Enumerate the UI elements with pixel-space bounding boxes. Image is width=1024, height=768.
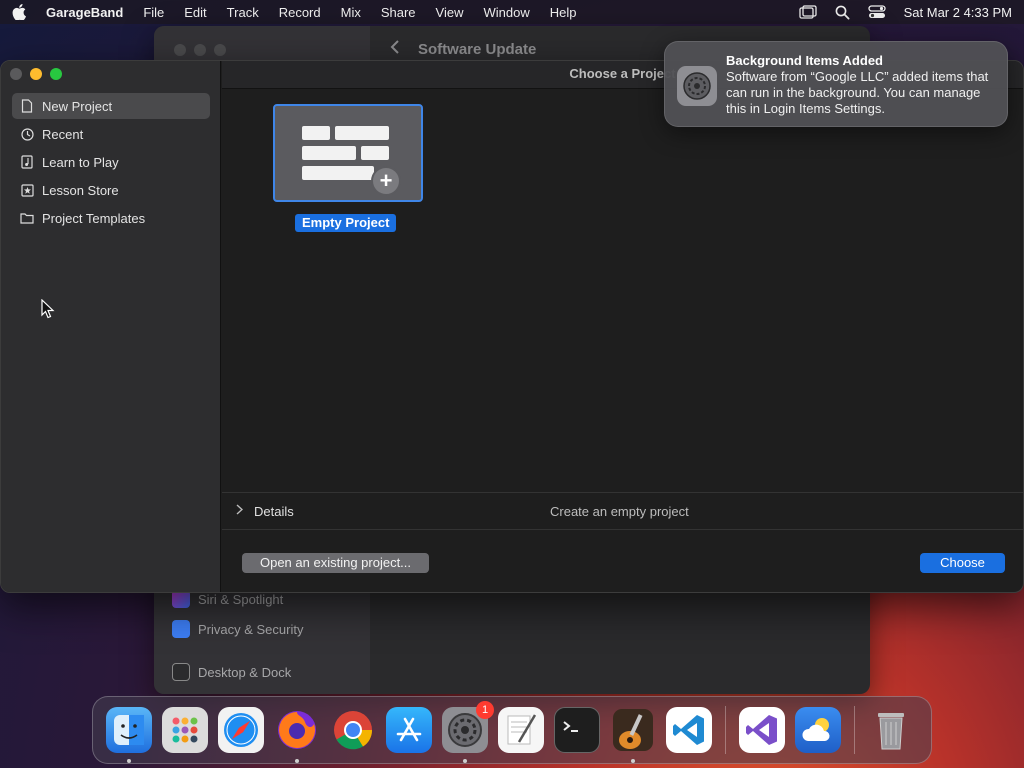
launchpad-icon[interactable] bbox=[162, 707, 208, 753]
apple-menu-icon[interactable] bbox=[12, 4, 28, 20]
details-bar: Details Create an empty project bbox=[222, 492, 1023, 530]
terminal-icon[interactable] bbox=[554, 707, 600, 753]
firefox-icon[interactable] bbox=[274, 707, 320, 763]
sidebar-item-label: Learn to Play bbox=[42, 154, 119, 170]
close-icon[interactable] bbox=[174, 44, 186, 56]
sidebar-item-label: Siri & Spotlight bbox=[198, 591, 284, 607]
menu-track[interactable]: Track bbox=[227, 5, 259, 20]
dock-separator bbox=[854, 706, 855, 754]
running-indicator bbox=[295, 759, 299, 763]
template-brick bbox=[302, 146, 356, 160]
menu-edit[interactable]: Edit bbox=[184, 5, 206, 20]
system-settings-gear-icon bbox=[677, 66, 717, 106]
sidebar-item-desktop-dock[interactable]: Desktop & Dock bbox=[172, 663, 291, 681]
menu-help[interactable]: Help bbox=[550, 5, 577, 20]
garageband-icon[interactable] bbox=[610, 707, 656, 763]
sidebar-item-label: Privacy & Security bbox=[198, 621, 304, 637]
safari-icon[interactable] bbox=[218, 707, 264, 753]
template-brick bbox=[361, 146, 389, 160]
dock: 1 bbox=[92, 696, 932, 764]
open-existing-project-button[interactable]: Open an existing project... bbox=[242, 553, 429, 573]
template-brick bbox=[302, 166, 374, 180]
menu-mix[interactable]: Mix bbox=[341, 5, 361, 20]
system-settings-icon[interactable]: 1 bbox=[442, 701, 494, 763]
template-brick bbox=[335, 126, 389, 140]
visual-studio-icon[interactable] bbox=[739, 707, 785, 753]
running-indicator bbox=[463, 759, 467, 763]
menu-app-name[interactable]: GarageBand bbox=[46, 5, 123, 20]
menu-share[interactable]: Share bbox=[381, 5, 416, 20]
sidebar-item-lesson-store[interactable]: Lesson Store bbox=[12, 177, 210, 203]
menu-bar: GarageBand File Edit Track Record Mix Sh… bbox=[0, 0, 1024, 24]
sidebar-item-label: Desktop & Dock bbox=[198, 664, 292, 680]
menu-file[interactable]: File bbox=[143, 5, 164, 20]
zoom-icon[interactable] bbox=[214, 44, 226, 56]
dock-separator bbox=[725, 706, 726, 754]
running-indicator bbox=[631, 759, 635, 763]
menu-view[interactable]: View bbox=[436, 5, 464, 20]
chrome-icon[interactable] bbox=[330, 707, 376, 753]
finder-icon[interactable] bbox=[106, 707, 152, 763]
sidebar-item-project-templates[interactable]: Project Templates bbox=[12, 205, 210, 231]
sidebar-item-label: Project Templates bbox=[42, 210, 146, 226]
hand-icon bbox=[172, 620, 190, 638]
project-main-area: Choose a Project + Empty Project Details… bbox=[222, 61, 1023, 592]
mouse-pointer-icon bbox=[41, 298, 55, 322]
sidebar-item-recent[interactable]: Recent bbox=[12, 121, 210, 147]
music-note-icon bbox=[20, 155, 34, 169]
window-traffic-lights bbox=[10, 68, 62, 80]
clock-icon bbox=[20, 127, 34, 141]
sidebar-item-label: Lesson Store bbox=[42, 182, 119, 198]
close-icon[interactable] bbox=[10, 68, 22, 80]
empty-project-template[interactable]: + bbox=[273, 104, 423, 202]
folder-icon bbox=[20, 211, 34, 225]
project-description: Create an empty project bbox=[550, 503, 689, 519]
back-chevron-icon[interactable] bbox=[390, 40, 400, 58]
details-toggle[interactable]: Details bbox=[254, 504, 294, 519]
system-settings-title: Software Update bbox=[418, 40, 537, 58]
template-brick bbox=[302, 126, 330, 140]
background-items-notification[interactable]: Background Items Added Software from “Go… bbox=[664, 41, 1008, 127]
control-center-icon[interactable] bbox=[867, 5, 886, 19]
choose-button[interactable]: Choose bbox=[920, 553, 1005, 573]
screen-mirroring-icon[interactable] bbox=[798, 5, 817, 19]
menubar-clock[interactable]: Sat Mar 2 4:33 PM bbox=[904, 5, 1012, 20]
project-sidebar: New Project Recent Learn to Play Lesson … bbox=[1, 61, 221, 592]
sidebar-item-learn-to-play[interactable]: Learn to Play bbox=[12, 149, 210, 175]
vscode-icon[interactable] bbox=[666, 707, 712, 753]
running-indicator bbox=[127, 759, 131, 763]
sidebar-item-label: Recent bbox=[42, 126, 84, 142]
sidebar-list: New Project Recent Learn to Play Lesson … bbox=[12, 93, 210, 233]
plus-icon: + bbox=[371, 166, 401, 196]
spotlight-search-icon[interactable] bbox=[835, 5, 850, 20]
system-settings-traffic-lights bbox=[174, 44, 226, 56]
textedit-icon[interactable] bbox=[498, 707, 544, 753]
project-chooser-dialog: New Project Recent Learn to Play Lesson … bbox=[0, 60, 1024, 593]
document-icon bbox=[20, 99, 34, 113]
notification-body: Software from “Google LLC” added items t… bbox=[726, 69, 989, 116]
menu-window[interactable]: Window bbox=[484, 5, 530, 20]
minimize-icon[interactable] bbox=[194, 44, 206, 56]
sidebar-item-privacy-security[interactable]: Privacy & Security bbox=[172, 620, 303, 638]
weather-icon[interactable] bbox=[795, 707, 841, 753]
trash-icon[interactable] bbox=[868, 707, 914, 753]
disclosure-chevron-icon[interactable] bbox=[236, 504, 246, 518]
star-icon bbox=[20, 183, 34, 197]
minimize-icon[interactable] bbox=[30, 68, 42, 80]
sidebar-item-new-project[interactable]: New Project bbox=[12, 93, 210, 119]
notification-title: Background Items Added bbox=[726, 53, 883, 68]
zoom-icon[interactable] bbox=[50, 68, 62, 80]
notification-badge: 1 bbox=[476, 701, 494, 719]
dock-icon bbox=[172, 663, 190, 681]
sidebar-item-label: New Project bbox=[42, 98, 113, 114]
empty-project-label[interactable]: Empty Project bbox=[295, 214, 397, 232]
app-store-icon[interactable] bbox=[386, 707, 432, 753]
menu-record[interactable]: Record bbox=[279, 5, 321, 20]
system-settings-title-bar: Software Update bbox=[390, 40, 536, 58]
